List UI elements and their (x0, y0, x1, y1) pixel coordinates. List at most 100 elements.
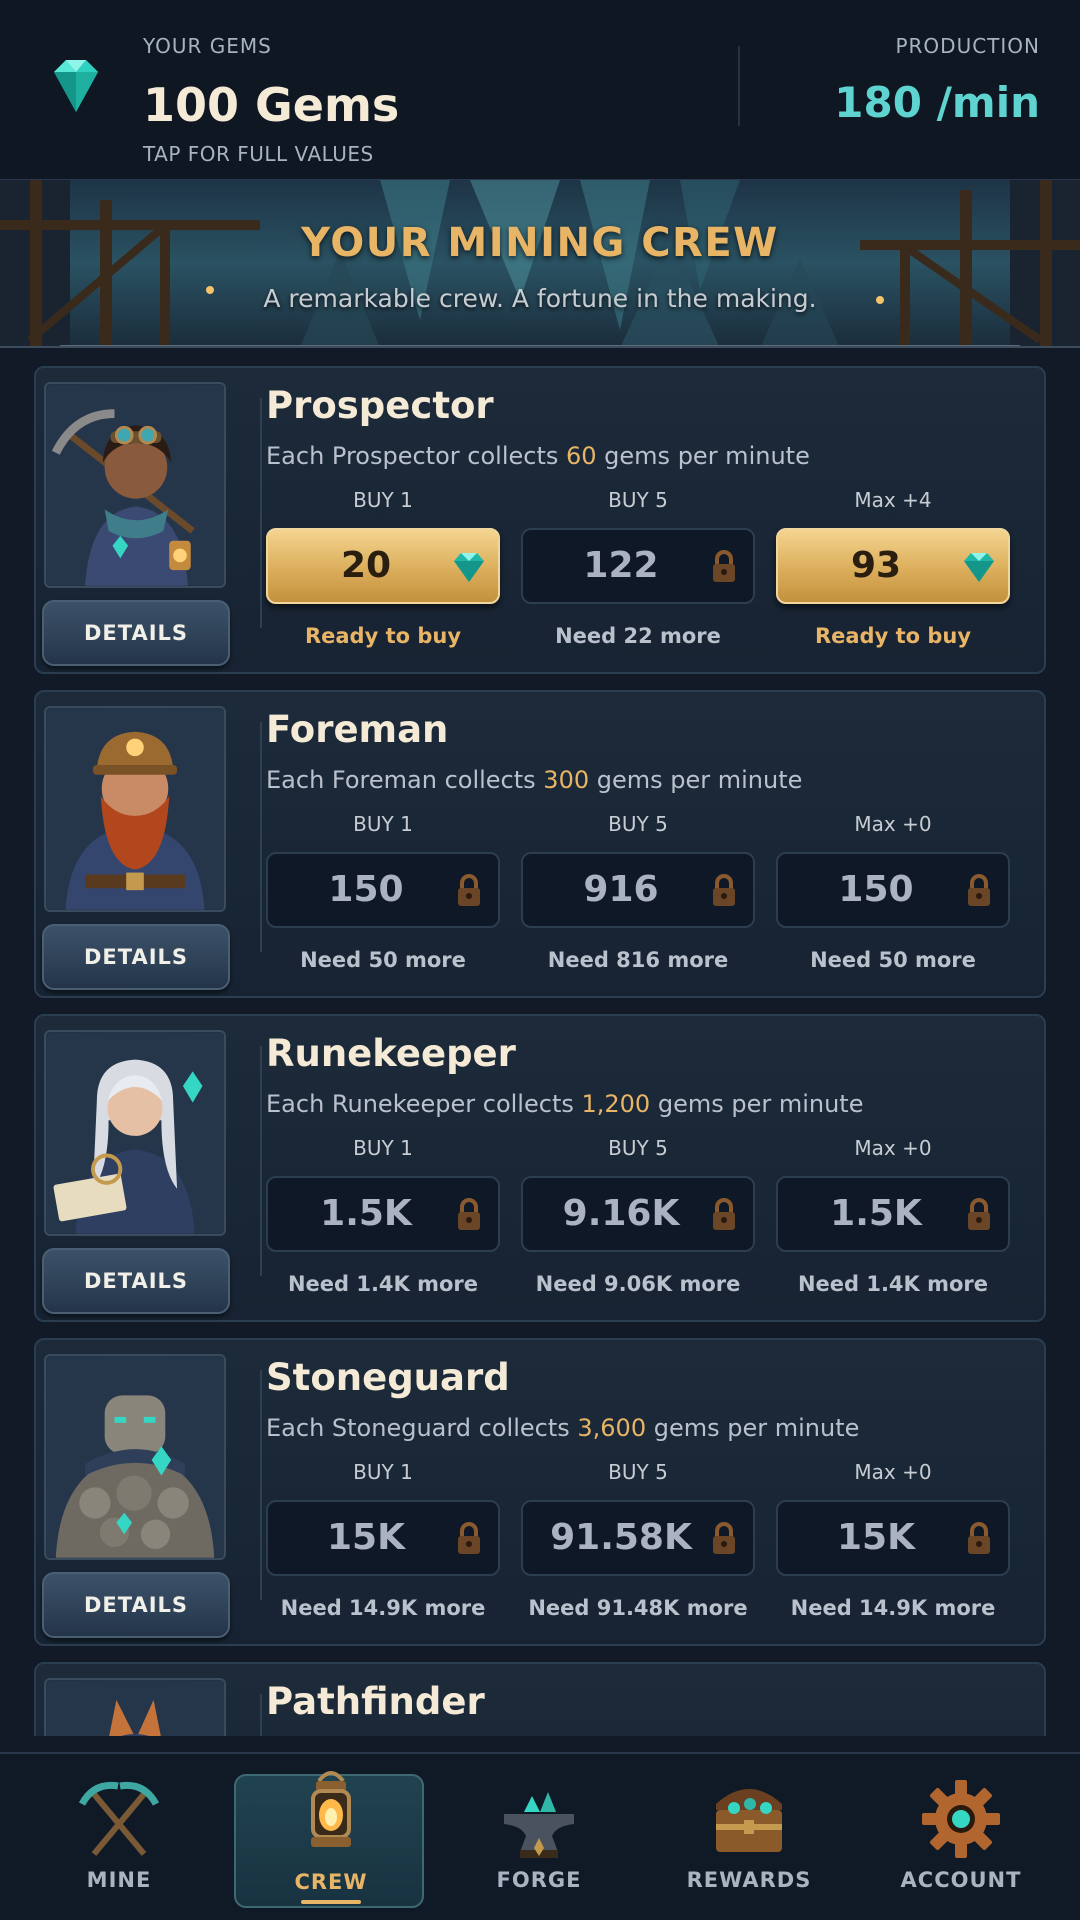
buy-max-button[interactable]: 93 (776, 528, 1010, 604)
buy-label: Max +0 (854, 812, 932, 836)
lock-icon (458, 1198, 480, 1230)
buy-max-option: Max +0 15K Need 14.9K more (776, 1460, 1010, 1640)
nav-mine[interactable]: MINE (24, 1774, 214, 1908)
buy-5-button[interactable]: 916 (521, 852, 755, 928)
buy-price: 1.5K (320, 1193, 412, 1234)
details-button[interactable]: DETAILS (42, 1248, 230, 1314)
buy-status: Need 50 more (810, 948, 976, 972)
gems-value[interactable]: 100 Gems (143, 78, 399, 132)
banner-title: YOUR MINING CREW (301, 220, 779, 266)
buy-price: 1.5K (830, 1193, 922, 1234)
buy-status: Need 1.4K more (797, 1272, 989, 1296)
nav-rewards[interactable]: REWARDS (654, 1774, 844, 1908)
buy-1-button[interactable]: 150 (266, 852, 500, 928)
buy-status: Need 91.48K more (528, 1596, 748, 1620)
header-divider (738, 46, 740, 126)
buy-max-button[interactable]: 150 (776, 852, 1010, 928)
crew-name: Runekeeper (266, 1032, 516, 1075)
crew-list[interactable]: DETAILS Prospector Each Prospector colle… (34, 366, 1046, 1736)
buy-1-button[interactable]: 1.5K (266, 1176, 500, 1252)
details-button[interactable]: DETAILS (42, 924, 230, 990)
details-button[interactable]: DETAILS (42, 1572, 230, 1638)
buy-max-option: Max +0 150 Need 50 more (776, 812, 1010, 992)
buy-label: BUY 1 (353, 488, 413, 512)
details-button[interactable]: DETAILS (42, 600, 230, 666)
buy-price: 15K (327, 1517, 405, 1558)
pathfinder-portrait (44, 1678, 226, 1736)
buy-max-button[interactable]: 1.5K (776, 1176, 1010, 1252)
buy-1-option: BUY 1 1.5K Need 1.4K more (266, 1136, 500, 1316)
buy-1-option: BUY 1 15K Need 14.9K more (266, 1460, 500, 1640)
crew-description: Each Foreman collects 300 gems per minut… (266, 766, 803, 794)
buy-label: BUY 1 (353, 1136, 413, 1160)
buy-5-button[interactable]: 91.58K (521, 1500, 755, 1576)
buy-1-option: BUY 1 20 Ready to buy (266, 488, 500, 668)
production-value: 180 /min (834, 78, 1040, 127)
nav-account[interactable]: ACCOUNT (866, 1774, 1056, 1908)
bottom-navigation: MINE CREW FORGE REWARDS ACCOUNT (0, 1752, 1080, 1920)
buy-max-button[interactable]: 15K (776, 1500, 1010, 1576)
buy-1-button[interactable]: 20 (266, 528, 500, 604)
buy-max-option: Max +0 1.5K Need 1.4K more (776, 1136, 1010, 1316)
banner-subtitle: A remarkable crew. A fortune in the maki… (263, 284, 817, 313)
gems-hint: TAP FOR FULL VALUES (143, 142, 374, 166)
runekeeper-portrait (44, 1030, 226, 1236)
buy-price: 91.58K (550, 1517, 692, 1558)
nav-label: CREW (294, 1870, 368, 1894)
gem-rate: 3,600 (577, 1414, 647, 1442)
nav-crew[interactable]: CREW (234, 1771, 424, 1908)
lock-icon (968, 874, 990, 906)
buy-price: 20 (340, 545, 392, 586)
stoneguard-portrait (44, 1354, 226, 1560)
lantern-icon (311, 1771, 351, 1847)
buy-status: Need 14.9K more (790, 1596, 996, 1620)
buy-status: Need 9.06K more (535, 1272, 741, 1296)
buy-5-option: BUY 5 9.16K Need 9.06K more (521, 1136, 755, 1316)
nav-label: FORGE (496, 1868, 582, 1892)
buy-1-button[interactable]: 15K (266, 1500, 500, 1576)
buy-label: Max +4 (854, 488, 932, 512)
prospector-portrait (44, 382, 226, 588)
buy-5-option: BUY 5 91.58K Need 91.48K more (521, 1460, 755, 1640)
buy-price: 9.16K (562, 1193, 680, 1234)
buy-5-option: BUY 5 122 Need 22 more (521, 488, 755, 668)
crew-card-prospector: DETAILS Prospector Each Prospector colle… (34, 366, 1046, 674)
nav-label: REWARDS (686, 1868, 812, 1892)
lock-icon (968, 1198, 990, 1230)
buy-status: Need 14.9K more (280, 1596, 486, 1620)
buy-price: 150 (328, 869, 404, 910)
gem-rate: 60 (566, 442, 597, 470)
card-divider (260, 722, 262, 952)
buy-status: Ready to buy (814, 624, 972, 648)
nav-label: MINE (86, 1868, 152, 1892)
lock-icon (713, 550, 735, 582)
gear-icon (922, 1780, 1000, 1858)
buy-status: Need 1.4K more (287, 1272, 479, 1296)
buy-5-button[interactable]: 9.16K (521, 1176, 755, 1252)
buy-price: 150 (838, 869, 914, 910)
gem-icon (964, 553, 994, 582)
lock-icon (968, 1522, 990, 1554)
buy-label: BUY 5 (608, 812, 668, 836)
mining-crew-banner: YOUR MINING CREW A remarkable crew. A fo… (0, 180, 1080, 348)
lock-icon (458, 874, 480, 906)
card-divider (260, 1046, 262, 1276)
buy-label: Max +0 (854, 1460, 932, 1484)
gem-icon (54, 60, 98, 112)
buy-label: BUY 1 (353, 1460, 413, 1484)
crew-description: Each Runekeeper collects 1,200 gems per … (266, 1090, 864, 1118)
nav-label: ACCOUNT (900, 1868, 1022, 1892)
buy-status: Need 50 more (300, 948, 466, 972)
buy-status: Need 22 more (555, 624, 721, 648)
gem-rate: 300 (543, 766, 590, 794)
buy-label: BUY 5 (608, 488, 668, 512)
lock-icon (713, 1198, 735, 1230)
buy-5-button[interactable]: 122 (521, 528, 755, 604)
nav-forge[interactable]: FORGE (444, 1774, 634, 1908)
foreman-portrait (44, 706, 226, 912)
gems-caption: YOUR GEMS (143, 34, 272, 58)
crossed-pickaxes-icon (78, 1781, 160, 1856)
gems-header[interactable]: YOUR GEMS 100 Gems TAP FOR FULL VALUES P… (0, 0, 1080, 180)
card-divider (260, 1694, 262, 1736)
gem-icon (454, 553, 484, 582)
